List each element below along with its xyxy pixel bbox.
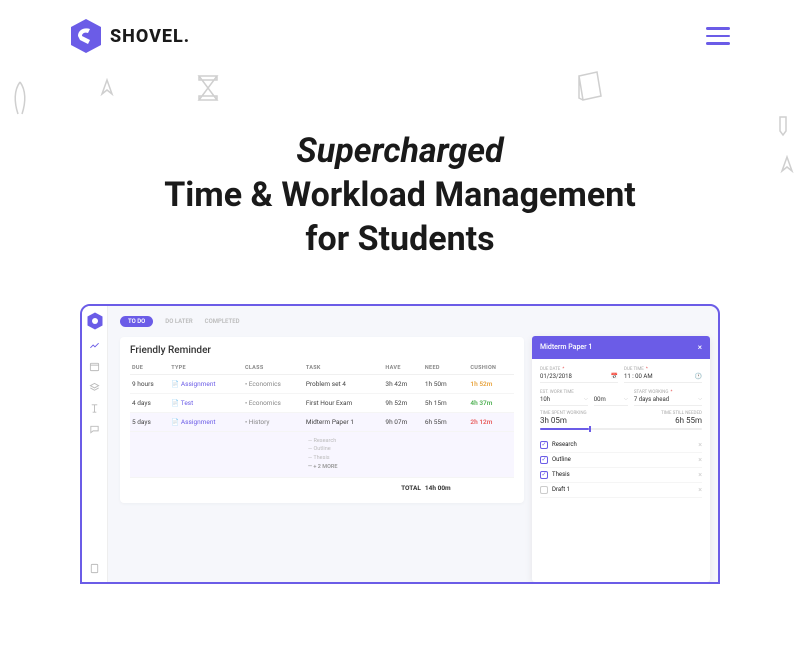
need-val: 6h 55m bbox=[661, 416, 702, 425]
compass-icon bbox=[100, 78, 114, 98]
checklist-item[interactable]: ✓Research× bbox=[540, 438, 702, 453]
mock-logo-icon bbox=[87, 312, 103, 330]
chart-icon[interactable] bbox=[89, 340, 100, 351]
checkbox-icon[interactable]: ✓ bbox=[540, 441, 548, 449]
chat-icon[interactable] bbox=[89, 424, 100, 435]
panel-title: Midterm Paper 1 bbox=[540, 343, 592, 351]
app-mock: TO DO DO LATER COMPLETED Friendly Remind… bbox=[80, 304, 720, 584]
note-icon[interactable] bbox=[89, 563, 100, 574]
table-row[interactable]: 4 days📄 Test• EconomicsFirst Hour Exam9h… bbox=[130, 393, 514, 412]
col-cushion: CUSHION bbox=[468, 362, 514, 375]
chevron-down-icon: ⌵ bbox=[624, 396, 628, 402]
mock-main: TO DO DO LATER COMPLETED Friendly Remind… bbox=[108, 306, 532, 582]
col-task: TASK bbox=[304, 362, 384, 375]
task-table: DUE TYPE CLASS TASK HAVE NEED CUSHION 9 … bbox=[130, 362, 514, 497]
progress-slider[interactable] bbox=[540, 428, 702, 430]
feather-icon bbox=[8, 80, 32, 120]
need-label: TIME STILL NEEDED bbox=[661, 411, 702, 416]
remove-icon[interactable]: × bbox=[698, 456, 702, 464]
est-h-field[interactable]: EST. WORK TIME 10h⌵ bbox=[540, 388, 588, 406]
chevron-down-icon: ⌵ bbox=[698, 396, 702, 402]
start-field[interactable]: START WORKING * 7 days ahead⌵ bbox=[634, 388, 702, 406]
mock-tabs: TO DO DO LATER COMPLETED bbox=[120, 316, 524, 327]
col-due: DUE bbox=[130, 362, 169, 375]
hourglass-icon bbox=[195, 72, 221, 104]
logo-icon bbox=[70, 18, 102, 54]
hero: Supercharged Time & Workload Management … bbox=[0, 129, 800, 262]
calendar-icon[interactable] bbox=[89, 361, 100, 372]
text-icon[interactable] bbox=[89, 403, 100, 414]
checkbox-icon[interactable]: ✓ bbox=[540, 471, 548, 479]
remove-icon[interactable]: × bbox=[698, 486, 702, 494]
site-header: SHOVEL. bbox=[0, 0, 800, 64]
checkbox-icon[interactable]: ✓ bbox=[540, 456, 548, 464]
logo-group[interactable]: SHOVEL. bbox=[70, 18, 190, 54]
remove-icon[interactable]: × bbox=[698, 471, 702, 479]
chevron-down-icon: ⌵ bbox=[584, 396, 588, 402]
detail-panel: Midterm Paper 1 × DUE DATE * 01/23/2018📅… bbox=[532, 336, 710, 582]
spent-label: TIME SPENT WORKING bbox=[540, 411, 587, 416]
total-row: TOTAL14h 00m bbox=[130, 477, 514, 497]
due-date-field[interactable]: DUE DATE * 01/23/2018📅 bbox=[540, 365, 618, 383]
col-class: CLASS bbox=[243, 362, 304, 375]
tab-dolater[interactable]: DO LATER bbox=[165, 318, 192, 325]
hero-line2: Time & Workload Management bbox=[164, 175, 636, 215]
col-need: NEED bbox=[423, 362, 468, 375]
close-icon[interactable]: × bbox=[698, 343, 702, 352]
est-m-field[interactable]: 00m⌵ bbox=[594, 388, 628, 406]
tab-todo[interactable]: TO DO bbox=[120, 316, 153, 327]
reminder-card: Friendly Reminder DUE TYPE CLASS TASK HA… bbox=[120, 337, 524, 503]
tab-completed[interactable]: COMPLETED bbox=[205, 318, 240, 325]
subtask-row: ResearchOutlineThesis+ 2 MORE bbox=[130, 431, 514, 477]
checklist-item[interactable]: ✓Thesis× bbox=[540, 468, 702, 483]
hero-heading: Supercharged Time & Workload Management … bbox=[40, 129, 760, 262]
hero-line3: for Students bbox=[305, 219, 494, 259]
col-type: TYPE bbox=[169, 362, 243, 375]
card-title: Friendly Reminder bbox=[130, 345, 514, 356]
hero-line1: Supercharged bbox=[296, 131, 503, 171]
table-row[interactable]: 5 days📄 Assignment• HistoryMidterm Paper… bbox=[130, 412, 514, 431]
checklist-item[interactable]: Draft 1× bbox=[540, 483, 702, 498]
panel-header: Midterm Paper 1 × bbox=[532, 336, 710, 359]
table-row[interactable]: 9 hours📄 Assignment• EconomicsProblem se… bbox=[130, 374, 514, 393]
remove-icon[interactable]: × bbox=[698, 441, 702, 449]
col-have: HAVE bbox=[383, 362, 422, 375]
brand-text: SHOVEL. bbox=[110, 26, 190, 47]
menu-icon[interactable] bbox=[706, 27, 730, 45]
checkbox-icon[interactable] bbox=[540, 486, 548, 494]
checklist-item[interactable]: ✓Outline× bbox=[540, 453, 702, 468]
spent-val: 3h 05m bbox=[540, 416, 587, 425]
mock-sidebar bbox=[82, 306, 108, 582]
clock-icon: 🕐 bbox=[695, 373, 702, 380]
due-time-field[interactable]: DUE TIME * 11 : 00 AM🕐 bbox=[624, 365, 702, 383]
layers-icon[interactable] bbox=[89, 382, 100, 393]
book-icon bbox=[575, 70, 605, 104]
calendar-sm-icon: 📅 bbox=[611, 373, 618, 380]
